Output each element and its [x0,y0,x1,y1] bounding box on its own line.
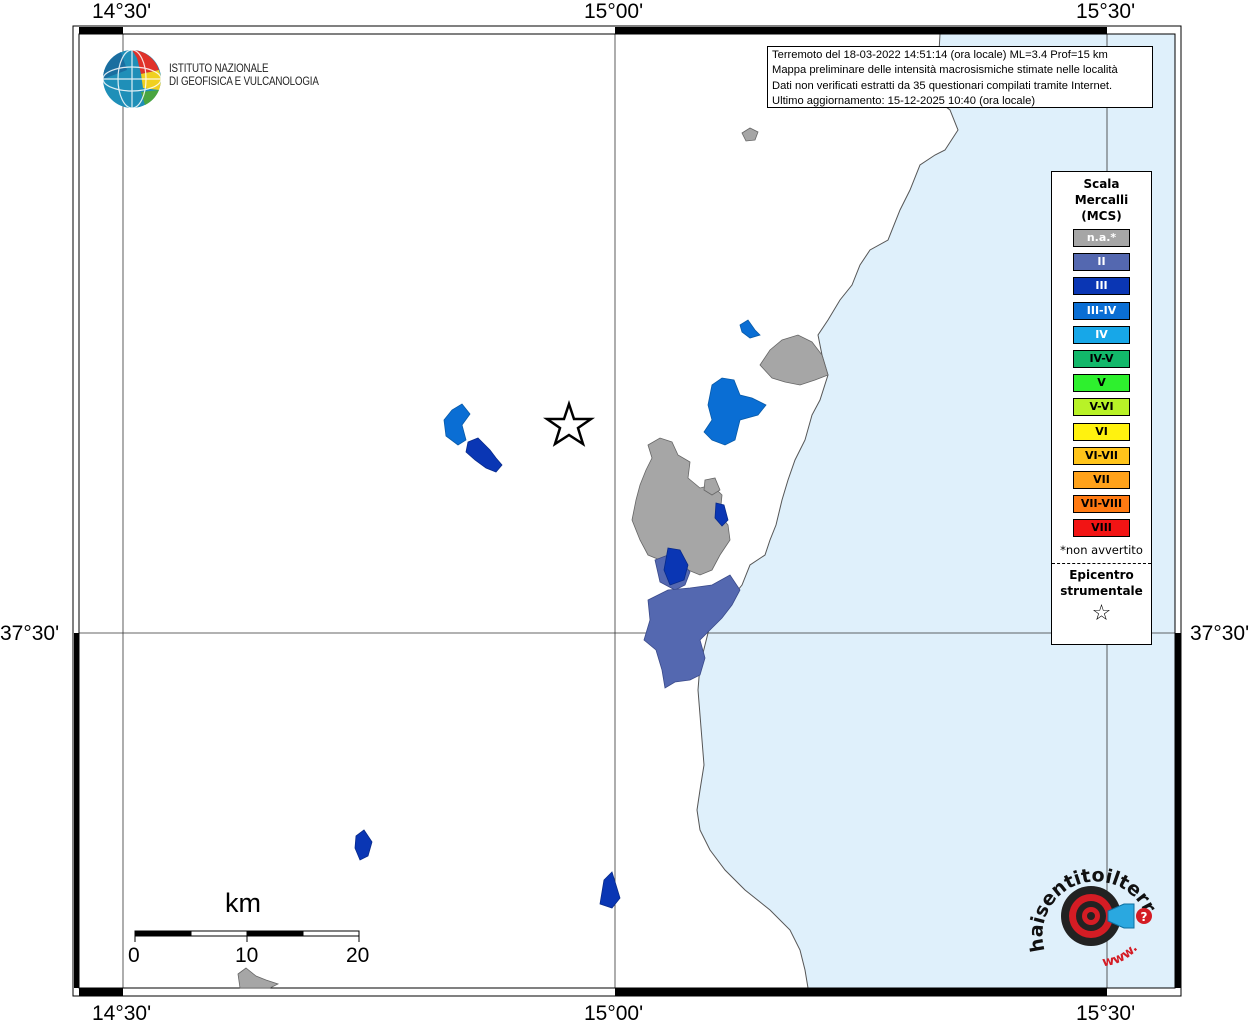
legend-swatch: V [1073,374,1130,393]
legend-title: Scala Mercalli (MCS) [1052,176,1151,224]
legend-swatch: III [1073,277,1130,296]
legend-row: III-IV [1052,299,1151,323]
scale-tick-20: 20 [346,944,370,967]
right-lat-label: 37°30' [1190,622,1250,645]
legend-note: *non avvertito [1060,543,1143,558]
svg-text:www.: www. [1101,941,1141,970]
left-lat-label: 37°30' [0,622,60,645]
hst-logo-www: www. [1101,941,1141,970]
legend-row: VI [1052,420,1151,444]
legend-swatch: III-IV [1073,301,1130,320]
legend-swatch: IV-V [1073,350,1130,369]
legend-swatch: VIII [1073,519,1130,538]
legend-swatch: VII-VIII [1073,495,1130,514]
legend-swatch: n.a.* [1073,229,1130,248]
legend-row: IV-V [1052,347,1151,371]
svg-text:?: ? [1141,910,1148,924]
info-line-1: Terremoto del 18-03-2022 14:51:14 (ora l… [772,49,1108,61]
intensity-legend: Scala Mercalli (MCS) n.a.* II III III-IV IV I… [1051,171,1152,645]
ingv-name-line2: DI GEOFISICA E VULCANOLOGIA [169,76,319,88]
legend-title-line2: Mercalli [1074,193,1129,207]
legend-separator [1052,563,1151,565]
legend-row: VI-VII [1052,444,1151,468]
epicenter-legend-title: Epicentro strumentale [1052,567,1151,599]
legend-row: VIII [1052,516,1151,540]
info-line-4: Ultimo aggiornamento: 15-12-2025 10:40 (… [772,95,1036,108]
info-line-2: Mappa preliminare delle intensità macros… [772,64,1118,77]
ingv-globe-logo [102,49,162,109]
scale-tick-0: 0 [128,944,140,967]
legend-swatch: VI [1073,422,1130,441]
bottom-lon-label-1: 14°30' [92,1002,152,1025]
haisentito-logo: haisentitoilterremoto.it www. ? [1028,856,1158,970]
epicenter-legend-line2: strumentale [1060,584,1143,599]
legend-row: V [1052,371,1151,395]
legend-swatch: VI-VII [1073,446,1130,465]
legend-row: V-VI [1052,395,1151,419]
bottom-lon-label-2: 15°00' [584,1002,644,1025]
event-info-box: Terremoto del 18-03-2022 14:51:14 (ora l… [767,46,1153,108]
legend-swatch: VII [1073,470,1130,489]
legend-row: IV [1052,323,1151,347]
bottom-lon-label-3: 15°30' [1076,1002,1136,1025]
top-lon-label-1: 14°30' [92,0,152,23]
info-line-3: Dati non verificati estratti da 35 quest… [772,79,1113,92]
ingv-name-line1: ISTITUTO NAZIONALE [169,63,269,75]
legend-row: n.a.* [1052,226,1151,250]
legend-row: VII [1052,468,1151,492]
epicenter-legend-line1: Epicentro [1069,568,1134,583]
legend-title-line1: Scala [1083,177,1120,191]
epicenter-legend-star-icon: ☆ [1091,601,1112,627]
legend-swatch: V-VI [1073,398,1130,417]
legend-row: VII-VIII [1052,492,1151,516]
ingv-name: ISTITUTO NAZIONALE DI GEOFISICA E VULCAN… [169,63,319,89]
scale-tick-10: 10 [235,944,259,967]
scale-unit-label: km [225,888,261,918]
legend-swatches: n.a.* II III III-IV IV IV-V V V-VI VI VI-VII VII VI… [1052,226,1151,540]
top-lon-label-3: 15°30' [1076,0,1136,23]
legend-row: II [1052,250,1151,274]
legend-title-line3: (MCS) [1081,209,1122,223]
legend-row: III [1052,274,1151,298]
legend-swatch: IV [1073,325,1130,344]
legend-swatch: II [1073,253,1130,272]
top-lon-label-2: 15°00' [584,0,644,23]
